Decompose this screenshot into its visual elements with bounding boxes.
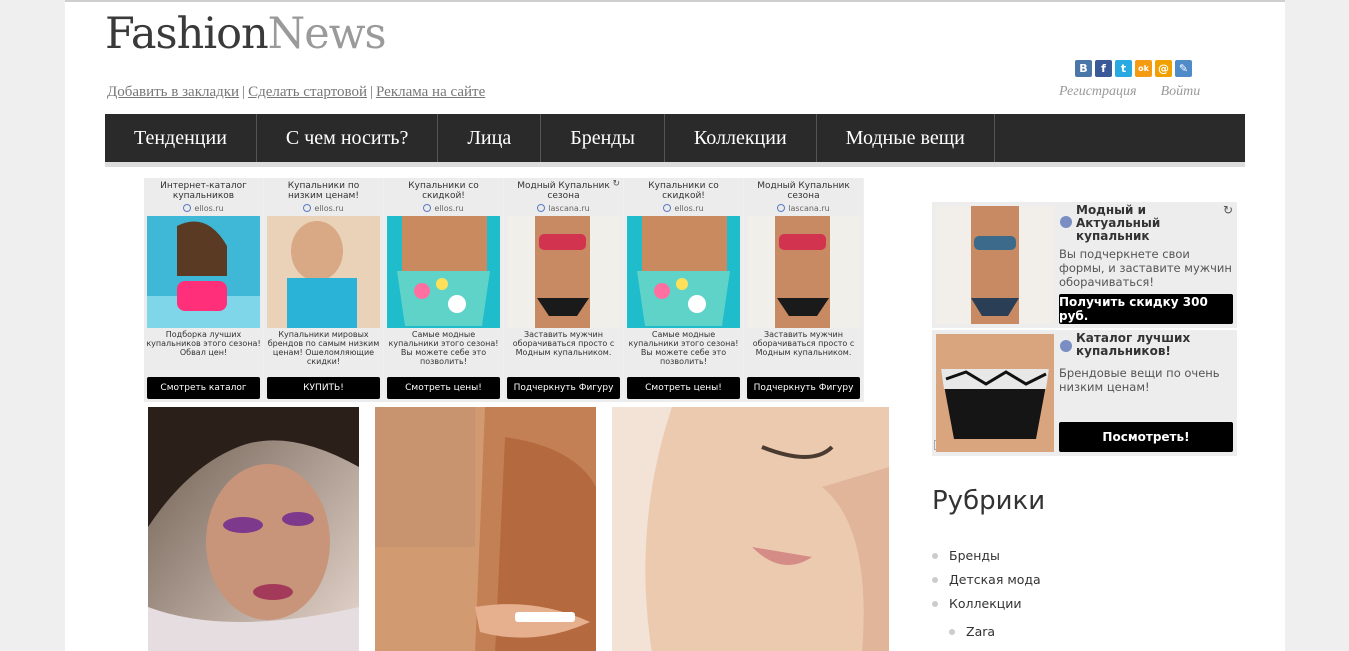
nav-item-faces[interactable]: Лица bbox=[438, 114, 542, 162]
ad-domain: ellos.ru bbox=[303, 202, 344, 214]
mailru-icon[interactable]: @ bbox=[1155, 60, 1172, 77]
see-prices-button[interactable]: Смотреть цены! bbox=[627, 377, 740, 399]
livejournal-icon[interactable]: ✎ bbox=[1175, 60, 1192, 77]
site-logo[interactable]: FashionNews bbox=[105, 9, 387, 59]
twitter-icon[interactable]: t bbox=[1115, 60, 1132, 77]
refresh-icon[interactable]: ↻ bbox=[1223, 203, 1233, 217]
ad-description: Заставить мужчин оборачиваться просто с … bbox=[752, 330, 855, 357]
side-ad-2[interactable]: Ad Каталог лучших купальников! Брендовые… bbox=[932, 330, 1237, 456]
ad-title[interactable]: Интернет-каталог купальников bbox=[144, 181, 263, 202]
highlight-figure-button[interactable]: Подчеркнуть Фигуру bbox=[507, 377, 620, 399]
ad-image[interactable] bbox=[387, 216, 500, 328]
nav-item-collections[interactable]: Коллекции bbox=[665, 114, 817, 162]
advertising-link[interactable]: Реклама на сайте bbox=[376, 84, 485, 100]
nav-item-what-to-wear[interactable]: С чем носить? bbox=[257, 114, 439, 162]
nav-item-trends[interactable]: Тенденции bbox=[105, 114, 257, 162]
ad-description: Заставить мужчин оборачиваться просто с … bbox=[512, 330, 615, 357]
ad-image[interactable] bbox=[147, 216, 260, 328]
vk-icon[interactable]: B bbox=[1075, 60, 1092, 77]
make-homepage-link[interactable]: Сделать стартовой bbox=[248, 84, 367, 100]
globe-icon bbox=[1060, 340, 1072, 352]
ad-title[interactable]: Купальники со скидкой! bbox=[384, 181, 503, 202]
nav-item-fashion-items[interactable]: Модные вещи bbox=[817, 114, 995, 162]
ad-title[interactable]: Модный и Актуальный купальник bbox=[1076, 204, 1176, 243]
buy-button[interactable]: КУПИТЬ! bbox=[267, 377, 380, 399]
ad-image[interactable] bbox=[936, 206, 1054, 324]
ad-card[interactable]: Интернет-каталог купальников ellos.ru По… bbox=[144, 178, 263, 402]
ad-description: Купальники мировых брендов по самым низк… bbox=[267, 330, 380, 366]
view-button[interactable]: Посмотреть! bbox=[1059, 422, 1233, 452]
top-links: Добавить в закладки | Сделать стартовой | Ре… bbox=[107, 84, 486, 100]
rubric-item-zara[interactable]: Zara bbox=[949, 623, 1041, 647]
ad-card[interactable]: Модный Купальник сезона lascana.ru Заста… bbox=[744, 178, 863, 402]
ad-description: Брендовые вещи по очень низким ценам! bbox=[1059, 366, 1220, 394]
facebook-icon[interactable]: f bbox=[1095, 60, 1112, 77]
ad-domain: lascana.ru bbox=[777, 202, 830, 214]
logo-part-news: News bbox=[267, 9, 387, 59]
ad-title[interactable]: Модный Купальник сезона bbox=[744, 181, 863, 202]
article-photo[interactable] bbox=[375, 407, 596, 651]
globe-icon bbox=[1060, 216, 1072, 228]
ad-image[interactable] bbox=[627, 216, 740, 328]
ad-domain: ellos.ru bbox=[183, 202, 224, 214]
ad-card[interactable]: Купальники со скидкой! ellos.ru Самые мо… bbox=[624, 178, 743, 402]
register-link[interactable]: Регистрация bbox=[1059, 84, 1137, 100]
globe-icon bbox=[183, 204, 192, 212]
ad-card[interactable]: ↻ Модный Купальник сезона lascana.ru Зас… bbox=[504, 178, 623, 402]
ad-card[interactable]: Купальники со скидкой! ellos.ru Самые мо… bbox=[384, 178, 503, 402]
ad-image[interactable] bbox=[267, 216, 380, 328]
ad-domain: lascana.ru bbox=[537, 202, 590, 214]
login-link[interactable]: Войти bbox=[1161, 84, 1201, 100]
social-share-bar: B f t ok @ ✎ bbox=[1075, 60, 1192, 77]
see-prices-button[interactable]: Смотреть цены! bbox=[387, 377, 500, 399]
globe-icon bbox=[537, 204, 546, 212]
rubrics-list: Бренды Детская мода Коллекции Zara bbox=[932, 547, 1041, 647]
page: FashionNews Добавить в закладки | Сделать … bbox=[65, 0, 1285, 651]
see-catalog-button[interactable]: Смотреть каталог bbox=[147, 377, 260, 399]
ad-card[interactable]: Купальники по низким ценам! ellos.ru Куп… bbox=[264, 178, 383, 402]
rubric-item-collections[interactable]: Коллекции bbox=[932, 595, 1041, 619]
globe-icon bbox=[777, 204, 786, 212]
ad-title[interactable]: Купальники со скидкой! bbox=[624, 181, 743, 202]
rubric-item-brands[interactable]: Бренды bbox=[932, 547, 1041, 571]
ad-image[interactable] bbox=[507, 216, 620, 328]
nav-item-brands[interactable]: Бренды bbox=[541, 114, 665, 162]
side-ad-1[interactable]: Модный и Актуальный купальник ↻ Вы подче… bbox=[932, 202, 1237, 328]
ad-description: Самые модные купальники этого сезона! Вы… bbox=[388, 330, 499, 366]
add-bookmark-link[interactable]: Добавить в закладки bbox=[107, 84, 239, 100]
auth-links: Регистрация Войти bbox=[1059, 84, 1200, 100]
ad-image[interactable] bbox=[747, 216, 860, 328]
rubric-item-kids-fashion[interactable]: Детская мода bbox=[932, 571, 1041, 595]
get-discount-button[interactable]: Получить скидку 300 руб. bbox=[1059, 294, 1233, 324]
main-nav: Тенденции С чем носить? Лица Бренды Колл… bbox=[105, 114, 1245, 167]
ad-domain: ellos.ru bbox=[663, 202, 704, 214]
logo-part-fashion: Fashion bbox=[105, 9, 269, 59]
ad-title[interactable]: Модный Купальник сезона bbox=[504, 181, 623, 202]
globe-icon bbox=[423, 204, 432, 212]
ad-title[interactable]: Каталог лучших купальников! bbox=[1076, 332, 1196, 358]
ad-description: Самые модные купальники этого сезона! Вы… bbox=[628, 330, 739, 366]
ad-block: Ad Интернет-каталог купальников ellos.ru… bbox=[144, 178, 864, 402]
rubrics-title: Рубрики bbox=[932, 486, 1046, 516]
highlight-figure-button[interactable]: Подчеркнуть Фигуру bbox=[747, 377, 860, 399]
ad-description: Вы подчеркнете свои формы, и заставите м… bbox=[1059, 247, 1232, 289]
article-photo[interactable] bbox=[148, 407, 359, 651]
odnoklassniki-icon[interactable]: ok bbox=[1135, 60, 1152, 77]
refresh-icon[interactable]: ↻ bbox=[612, 179, 620, 189]
ad-domain: ellos.ru bbox=[423, 202, 464, 214]
globe-icon bbox=[663, 204, 672, 212]
ad-image[interactable] bbox=[936, 334, 1054, 452]
globe-icon bbox=[303, 204, 312, 212]
ad-description: Подборка лучших купальников этого сезона… bbox=[146, 330, 261, 357]
article-photo[interactable] bbox=[612, 407, 889, 651]
ad-title[interactable]: Купальники по низким ценам! bbox=[264, 181, 383, 202]
